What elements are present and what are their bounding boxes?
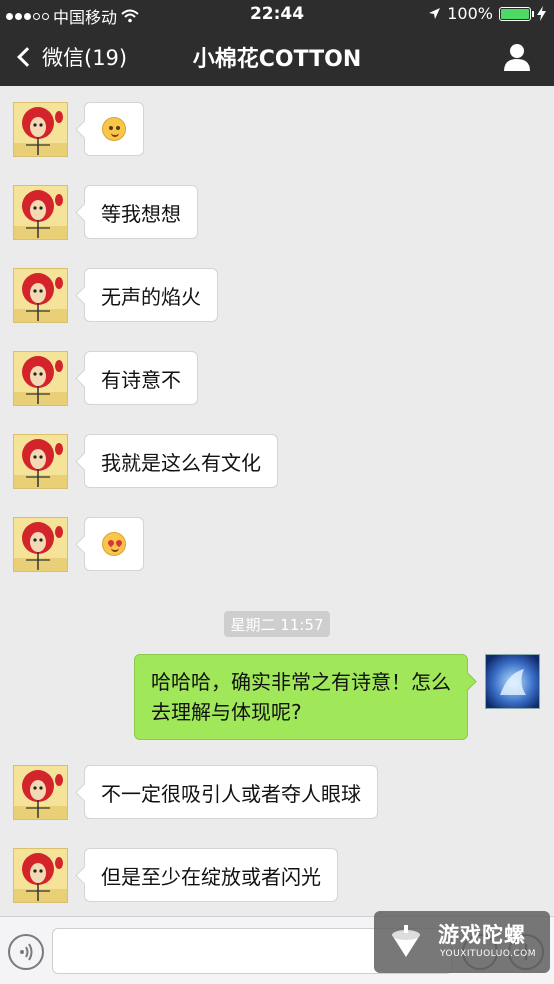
heart-eyes-face-icon <box>102 532 126 556</box>
battery-percent: 100% <box>447 4 493 23</box>
person-icon[interactable] <box>502 42 532 72</box>
voice-icon[interactable] <box>8 934 44 970</box>
message-text: 等我想想 <box>101 201 181 226</box>
status-right: 100% <box>428 4 546 23</box>
message-bubble[interactable] <box>84 517 144 571</box>
message-bubble[interactable]: 无声的焰火 <box>84 268 218 322</box>
message-bubble[interactable]: 我就是这么有文化 <box>84 434 278 488</box>
message-text: 哈哈哈，确实非常之有诗意！怎么 去理解与体现呢? <box>151 670 451 724</box>
watermark-cn: 游戏陀螺 <box>438 923 526 947</box>
contact-avatar[interactable] <box>13 848 68 903</box>
navigation-bar: 微信(19) 小棉花COTTON <box>0 28 554 86</box>
battery-icon <box>499 6 534 21</box>
contact-avatar[interactable] <box>13 434 68 489</box>
message-bubble[interactable] <box>84 102 144 156</box>
spinning-top-logo <box>392 925 420 957</box>
message-bubble[interactable]: 不一定很吸引人或者夺人眼球 <box>84 765 378 819</box>
contact-avatar[interactable] <box>13 185 68 240</box>
location-arrow-icon <box>429 8 441 19</box>
contact-avatar[interactable] <box>13 765 68 820</box>
status-bar: 中国移动 22:44 100% <box>0 0 554 28</box>
message-text: 不一定很吸引人或者夺人眼球 <box>101 781 361 806</box>
message-text: 我就是这么有文化 <box>101 450 261 475</box>
watermark-en: YOUXITUOLUO.COM <box>440 949 537 959</box>
contact-avatar[interactable] <box>13 102 68 157</box>
contact-avatar[interactable] <box>13 517 68 572</box>
charging-bolt-icon <box>537 6 546 21</box>
contact-avatar[interactable] <box>13 351 68 406</box>
message-text: 但是至少在绽放或者闪光 <box>101 864 321 889</box>
message-text: 有诗意不 <box>101 367 181 392</box>
chat-title: 小棉花COTTON <box>192 47 362 72</box>
message-bubble[interactable]: 等我想想 <box>84 185 198 239</box>
sent-message-bubble[interactable]: 哈哈哈，确实非常之有诗意！怎么 去理解与体现呢? <box>134 654 468 740</box>
timestamp-label: 星期二 11:57 <box>224 611 330 637</box>
message-bubble[interactable]: 有诗意不 <box>84 351 198 405</box>
blushing-face-icon <box>102 117 126 141</box>
my-avatar[interactable] <box>485 654 540 709</box>
contact-avatar[interactable] <box>13 268 68 323</box>
message-bubble[interactable]: 但是至少在绽放或者闪光 <box>84 848 338 902</box>
message-text: 无声的焰火 <box>101 284 201 309</box>
watermark: 游戏陀螺 YOUXITUOLUO.COM <box>374 911 550 973</box>
chat-area[interactable]: 等我想想 无声的焰火 有诗意不 我就是这么有文化 星期二 11:57 哈哈哈，确… <box>0 86 554 916</box>
